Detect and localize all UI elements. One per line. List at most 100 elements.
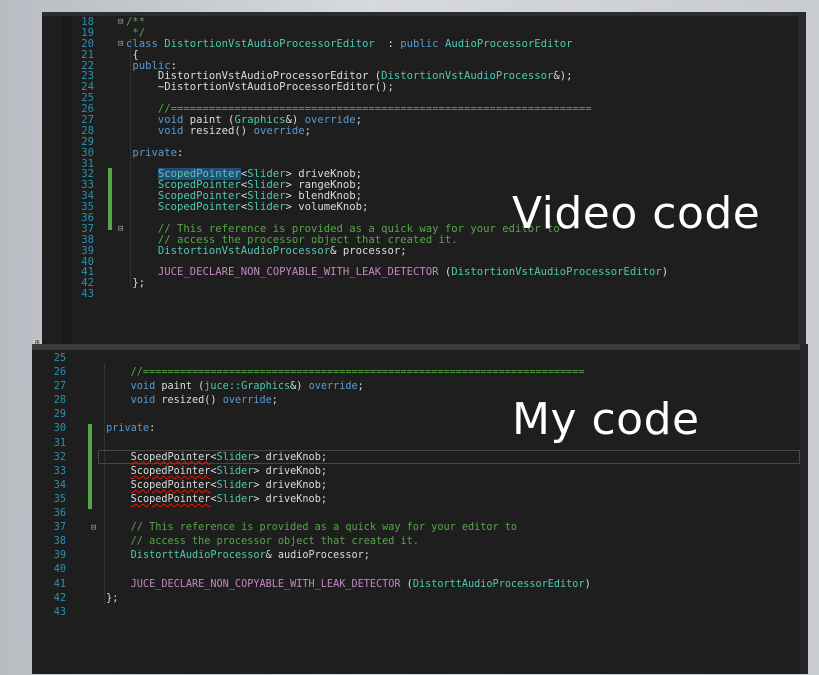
code-line[interactable]: 40 [32, 563, 808, 577]
code-token: ) [661, 266, 669, 279]
code-line[interactable]: 36 [32, 507, 808, 521]
code-token: juce::Graphics [204, 381, 291, 393]
line-number: 30 [81, 146, 94, 159]
line-number: 34 [53, 479, 66, 491]
code-token: : [149, 423, 156, 435]
code-token: : [177, 146, 184, 159]
code-token: override [304, 114, 356, 127]
fold-toggle-icon[interactable]: ⊟ [118, 224, 123, 235]
code-token: > driveKnob; [253, 451, 327, 463]
code-line[interactable]: 41 JUCE_DECLARE_NON_COPYABLE_WITH_LEAK_D… [32, 578, 808, 592]
code-token: }; [100, 592, 119, 604]
code-line[interactable]: 39 DistortionVstAudioProcessor& processo… [42, 244, 806, 257]
code-token: Slider [216, 493, 254, 505]
code-token: &); [553, 70, 573, 83]
code-text: DistorttAudioProcessor& audioProcessor; [100, 549, 370, 563]
code-line[interactable]: 27 void paint (juce::Graphics&) override… [32, 380, 808, 394]
code-line[interactable]: 28 void resized() override; [42, 124, 806, 137]
code-line[interactable]: 30 private: [42, 146, 806, 159]
code-text: ScopedPointer<Slider> driveKnob; [100, 479, 327, 493]
code-text: // This reference is provided as a quick… [100, 521, 517, 535]
code-text: ~DistortionVstAudioProcessorEditor(); [126, 82, 394, 93]
code-line[interactable]: 18 ⊟/** [42, 17, 806, 28]
code-token: &) [290, 381, 309, 393]
line-number: 39 [81, 244, 94, 257]
code-token: Slider [247, 201, 286, 214]
code-token: ( [400, 578, 413, 590]
code-line[interactable]: 25 [32, 352, 808, 366]
code-line[interactable]: 35 ScopedPointer<Slider> driveKnob; [32, 493, 808, 507]
code-token: > driveKnob; [253, 479, 327, 491]
code-token: private [126, 146, 178, 159]
code-token: ScopedPointer [157, 201, 241, 214]
code-line[interactable]: 24 ~DistortionVstAudioProcessorEditor(); [42, 82, 806, 93]
line-number: 40 [53, 564, 66, 576]
line-number: 38 [53, 536, 66, 548]
code-token: > volumeKnob; [285, 201, 369, 214]
code-token: ~DistortionVstAudioProcessorEditor(); [126, 81, 394, 94]
code-token: DistortionVstAudioProcessor [381, 70, 554, 83]
vertical-scrollbar[interactable] [798, 12, 806, 344]
editor-top-strip [32, 344, 808, 350]
code-token: paint ( [161, 381, 205, 393]
code-line[interactable]: 43 [32, 606, 808, 620]
code-line[interactable]: 37 ⊟ // This reference is provided as a q… [32, 521, 808, 535]
code-token: //======================================… [100, 367, 585, 379]
code-token: override [253, 124, 305, 137]
code-token: & processor; [330, 244, 407, 257]
code-token: JUCE_DECLARE_NON_COPYABLE_WITH_LEAK_DETE… [126, 266, 439, 279]
line-number: 43 [81, 288, 94, 301]
code-line[interactable]: 39 DistorttAudioProcessor& audioProcesso… [32, 549, 808, 563]
line-number: 35 [53, 493, 66, 505]
my-code-label: My code [512, 394, 700, 445]
code-token: override [308, 381, 358, 393]
code-token: DistortionVstAudioProcessorEditor [164, 37, 375, 50]
code-lines: 25 26 //=================================… [32, 352, 808, 620]
code-text: }; [100, 592, 118, 606]
code-line[interactable]: 34 ScopedPointer<Slider> driveKnob; [32, 479, 808, 493]
line-number: 21 [81, 48, 94, 61]
code-line[interactable]: 43 [42, 289, 806, 300]
code-token: ( [438, 266, 452, 279]
code-line[interactable]: 38 // access the processor object that c… [32, 535, 808, 549]
code-token: resized() [189, 124, 254, 137]
fold-toggle-icon[interactable]: ⊟ [118, 17, 123, 28]
code-token: private [100, 423, 150, 435]
line-number: 41 [53, 578, 66, 590]
code-text: }; [126, 278, 145, 289]
fold-toggle-icon[interactable]: ⊟ [118, 39, 123, 50]
code-token: ; [355, 114, 363, 127]
code-line[interactable]: 26 //===================================… [32, 366, 808, 380]
code-token: DistortionVstAudioProcessor [157, 244, 331, 257]
code-text: ScopedPointer<Slider> volumeKnob; [126, 201, 369, 214]
my-code-editor: 25 26 //=================================… [32, 344, 808, 674]
code-text: // access the processor object that crea… [100, 535, 419, 549]
video-code-editor: 18 ⊟/** 19 */20 ⊟ class DistortionVstAudioPr… [42, 12, 806, 344]
line-number: 25 [53, 353, 66, 364]
code-token: Slider [216, 465, 254, 477]
code-line[interactable]: 33 ScopedPointer<Slider> driveKnob; [32, 465, 808, 479]
code-line[interactable]: 42 }; [42, 278, 806, 289]
code-token: ScopedPointer [130, 465, 211, 477]
editor-top-strip [42, 12, 806, 16]
vertical-scrollbar[interactable] [800, 344, 808, 674]
line-number: 27 [53, 381, 66, 393]
code-line[interactable]: 41 JUCE_DECLARE_NON_COPYABLE_WITH_LEAK_D… [42, 267, 806, 278]
code-token: > driveKnob; [253, 465, 327, 477]
code-token: override [222, 395, 272, 407]
line-number: 37 [53, 522, 66, 534]
fold-toggle-icon[interactable]: ⊟ [91, 521, 96, 535]
line-number: 33 [53, 465, 66, 477]
code-line[interactable]: 20 ⊟ class DistortionVstAudioProcessorEdit… [42, 37, 806, 50]
code-token: resized() [161, 395, 223, 407]
code-line[interactable]: 32 ScopedPointer<Slider> driveKnob; [32, 451, 808, 465]
line-number: 30 [53, 423, 66, 435]
code-text: private: [126, 146, 184, 159]
code-token: // access the processor object that crea… [100, 536, 419, 548]
code-lines: 18 ⊟/** 19 */20 ⊟ class DistortionVstAudioPr… [42, 17, 806, 300]
code-line[interactable]: 42 }; [32, 592, 808, 606]
